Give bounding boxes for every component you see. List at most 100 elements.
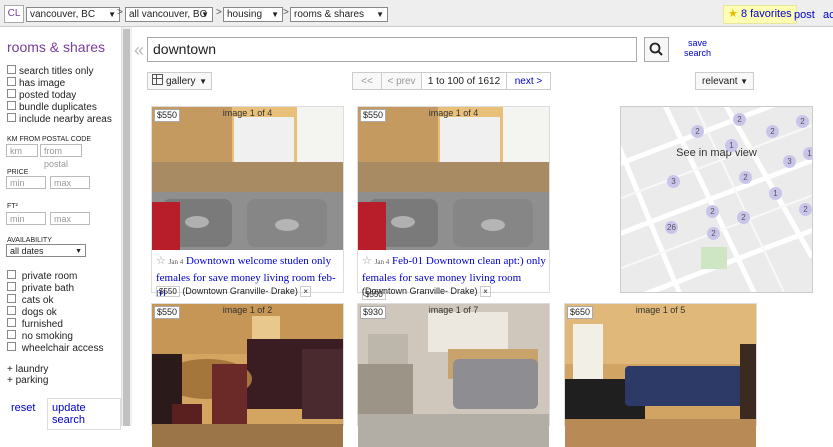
checkbox-no-smoking[interactable]: no smoking bbox=[7, 330, 73, 342]
checkbox[interactable] bbox=[7, 89, 16, 98]
checkbox-bundle-duplicates[interactable]: bundle duplicates bbox=[7, 101, 97, 113]
map-cluster[interactable]: 2 bbox=[707, 227, 720, 240]
collapse-sidebar-icon[interactable]: « bbox=[134, 40, 144, 61]
checkbox-nearby-areas[interactable]: include nearby areas bbox=[7, 113, 112, 125]
listing-date: Jan 4 bbox=[168, 258, 184, 266]
sidebar-scrollbar[interactable] bbox=[121, 27, 132, 426]
search-button[interactable] bbox=[644, 37, 669, 62]
view-select[interactable]: gallery ▼ bbox=[147, 72, 212, 90]
subcategory-select[interactable]: rooms & shares ▼ bbox=[290, 7, 388, 22]
plus-icon: + bbox=[7, 375, 13, 386]
checkbox-private-room[interactable]: private room bbox=[7, 270, 77, 282]
checkbox[interactable] bbox=[7, 318, 16, 327]
checkbox[interactable] bbox=[7, 330, 16, 339]
listing-card[interactable]: $930 image 1 of 7 bbox=[357, 303, 550, 447]
checkbox[interactable] bbox=[7, 270, 16, 279]
account-link[interactable]: ac bbox=[823, 9, 833, 21]
availability-select[interactable]: all dates ▼ bbox=[6, 244, 86, 257]
plus-icon: + bbox=[7, 364, 13, 375]
checkbox-posted-today[interactable]: posted today bbox=[7, 89, 76, 101]
listing-card[interactable]: $550 image 1 of 4 ☆ Jan 4 Feb-01 Downtow… bbox=[357, 106, 550, 300]
chevron-down-icon: ▼ bbox=[376, 10, 384, 19]
price-max-input[interactable]: max bbox=[50, 176, 90, 189]
listing-location: (Downtown Granville- Drake) bbox=[362, 286, 478, 296]
image-counter: image 1 of 5 bbox=[635, 305, 686, 315]
map-cluster[interactable]: 2 bbox=[739, 171, 752, 184]
listing-price: $550 bbox=[156, 286, 180, 297]
search-input[interactable]: downtown bbox=[147, 37, 637, 62]
sqft-min-input[interactable]: min bbox=[6, 212, 46, 225]
city-select[interactable]: vancouver, BC ▼ bbox=[26, 7, 120, 22]
listing-photo[interactable]: $550 image 1 of 4 bbox=[358, 107, 549, 250]
kitchen-sink-image bbox=[152, 107, 343, 250]
expand-parking[interactable]: + parking bbox=[7, 375, 48, 387]
star-icon: ★ bbox=[728, 8, 738, 20]
listing-title[interactable]: Feb-01 Downtown clean apt:) only females… bbox=[362, 255, 546, 284]
map-cluster[interactable]: 2 bbox=[766, 125, 779, 138]
map-cluster[interactable]: 2 bbox=[733, 113, 746, 126]
first-page-button[interactable]: << bbox=[352, 72, 382, 90]
map-cluster[interactable]: 1 bbox=[803, 147, 812, 160]
hide-icon[interactable]: × bbox=[300, 286, 312, 297]
post-link[interactable]: post bbox=[794, 9, 815, 21]
listing-location: (Downtown Granville- Drake) bbox=[182, 286, 298, 296]
checkbox-furnished[interactable]: furnished bbox=[7, 318, 63, 330]
map-preview[interactable]: See in map view 2 2 2 3 2 1 2 2 26 2 2 1… bbox=[620, 106, 813, 293]
star-icon[interactable]: ☆ bbox=[156, 255, 166, 267]
star-icon[interactable]: ☆ bbox=[362, 255, 372, 267]
image-counter: image 1 of 4 bbox=[222, 108, 273, 118]
map-cluster[interactable]: 2 bbox=[799, 203, 812, 216]
map-cluster[interactable]: 1 bbox=[725, 139, 738, 152]
next-page-button[interactable]: next > bbox=[506, 72, 551, 90]
listing-card[interactable]: $550 image 1 of 2 bbox=[151, 303, 344, 447]
hide-icon[interactable]: × bbox=[480, 286, 491, 297]
chevron-down-icon: ▼ bbox=[271, 10, 279, 19]
listing-card[interactable]: $650 image 1 of 5 bbox=[564, 303, 757, 447]
checkbox[interactable] bbox=[7, 65, 16, 74]
availability-label: AVAILABILITY bbox=[7, 237, 52, 244]
chevron-down-icon: ▼ bbox=[75, 248, 82, 255]
map-cluster[interactable]: 26 bbox=[665, 221, 678, 234]
map-cluster[interactable]: 2 bbox=[796, 115, 809, 128]
breadcrumb-separator: > bbox=[117, 7, 123, 18]
price-label: PRICE bbox=[7, 169, 29, 176]
category-select[interactable]: housing ▼ bbox=[223, 7, 283, 22]
reset-button[interactable]: reset bbox=[7, 399, 40, 417]
favorites-link[interactable]: ★ 8 favorites bbox=[723, 5, 797, 24]
checkbox[interactable] bbox=[7, 113, 16, 122]
craigslist-logo[interactable]: CL bbox=[4, 5, 24, 23]
checkbox[interactable] bbox=[7, 282, 16, 291]
checkbox-private-bath[interactable]: private bath bbox=[7, 282, 74, 294]
search-icon bbox=[649, 42, 663, 56]
checkbox-dogs-ok[interactable]: dogs ok bbox=[7, 306, 57, 318]
map-cluster[interactable]: 3 bbox=[667, 175, 680, 188]
checkbox[interactable] bbox=[7, 342, 16, 351]
postal-input[interactable]: from postal bbox=[40, 144, 82, 169]
update-search-button[interactable]: update search bbox=[47, 398, 121, 430]
checkbox[interactable] bbox=[7, 306, 16, 315]
chevron-down-icon: ▼ bbox=[108, 10, 116, 19]
price-min-input[interactable]: min bbox=[6, 176, 46, 189]
km-input[interactable]: km bbox=[6, 144, 38, 157]
checkbox-cats-ok[interactable]: cats ok bbox=[7, 294, 53, 306]
map-cluster[interactable]: 2 bbox=[691, 125, 704, 138]
checkbox[interactable] bbox=[7, 294, 16, 303]
map-cluster[interactable]: 2 bbox=[706, 205, 719, 218]
checkbox[interactable] bbox=[7, 77, 16, 86]
map-cluster[interactable]: 1 bbox=[769, 187, 782, 200]
save-search-link[interactable]: save search bbox=[684, 38, 711, 58]
area-select[interactable]: all vancouver, BC ▼ bbox=[125, 7, 213, 22]
map-cluster[interactable]: 2 bbox=[737, 211, 750, 224]
listing-photo[interactable]: $550 image 1 of 4 bbox=[152, 107, 343, 250]
sqft-max-input[interactable]: max bbox=[50, 212, 90, 225]
prev-page-button[interactable]: < prev bbox=[381, 72, 422, 90]
sort-select[interactable]: relevant ▼ bbox=[695, 72, 754, 90]
checkbox-has-image[interactable]: has image bbox=[7, 77, 65, 89]
scrollbar-thumb[interactable] bbox=[123, 29, 130, 426]
checkbox-search-titles[interactable]: search titles only bbox=[7, 65, 93, 77]
map-cluster[interactable]: 3 bbox=[783, 155, 796, 168]
listing-card[interactable]: $550 image 1 of 4 ☆ Jan 4 Downtown welco… bbox=[151, 106, 344, 300]
checkbox[interactable] bbox=[7, 101, 16, 110]
image-counter: image 1 of 7 bbox=[428, 305, 479, 315]
checkbox-wheelchair[interactable]: wheelchair access bbox=[7, 342, 104, 354]
